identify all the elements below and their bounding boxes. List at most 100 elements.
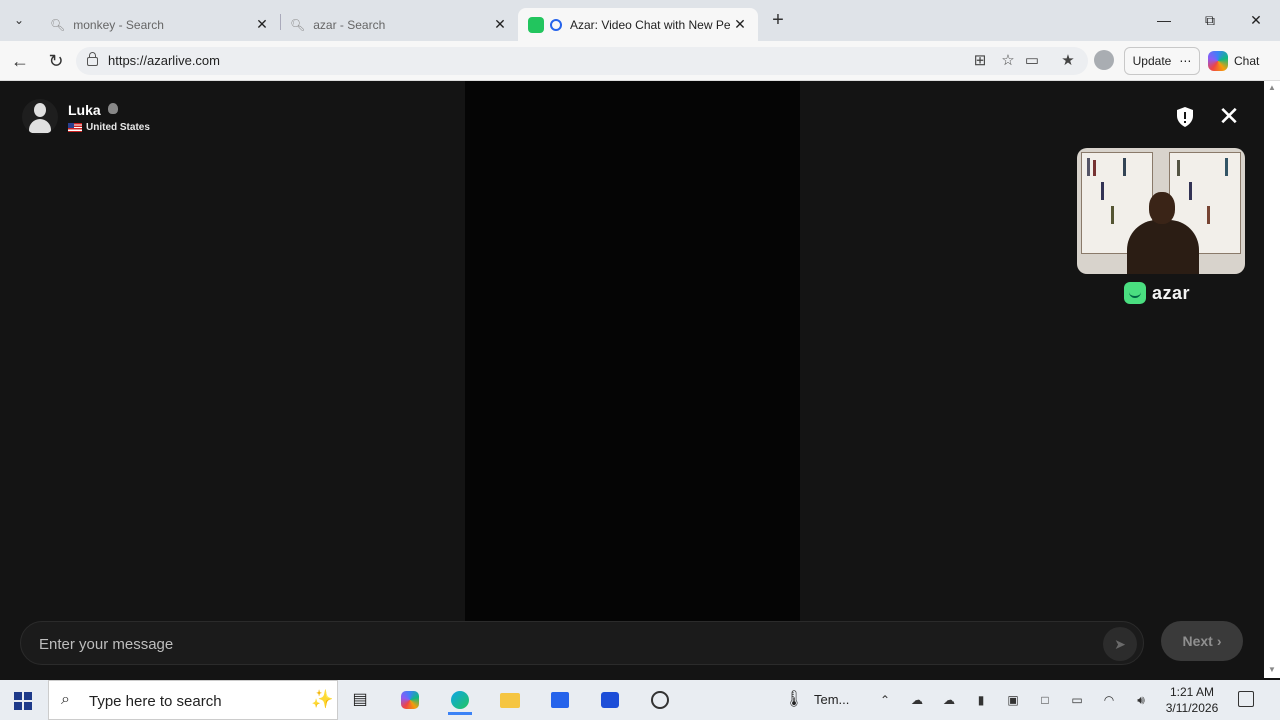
book xyxy=(1177,160,1180,176)
peer-name: Luka xyxy=(68,102,101,118)
message-box: ➤ xyxy=(20,621,1144,665)
camera-in-use-icon[interactable]: ▭ xyxy=(1022,51,1042,71)
update-button[interactable]: Update ⋯ xyxy=(1124,47,1200,75)
report-shield-icon[interactable] xyxy=(1175,106,1195,128)
windows-taskbar: ⌕ Type here to search ✨ ▤ 🌡︎ Tem... ⌃ ☁ … xyxy=(0,680,1280,720)
peer-video-feed xyxy=(465,81,800,621)
minimize-icon[interactable]: — xyxy=(1154,10,1174,30)
search-icon: 🔍︎ xyxy=(290,17,306,32)
tab-azar-video-chat[interactable]: Azar: Video Chat with New Pe ✕ xyxy=(518,8,758,41)
search-highlight-sparkle-icon: ✨ xyxy=(311,689,334,709)
close-tab-icon[interactable]: ✕ xyxy=(492,16,508,33)
microphone-icon[interactable]: ▮ xyxy=(973,692,989,708)
message-input[interactable] xyxy=(37,632,1081,656)
wifi-icon[interactable]: ◠ xyxy=(1101,692,1117,708)
self-video-preview xyxy=(1077,148,1245,274)
close-tab-icon[interactable]: ✕ xyxy=(732,16,748,33)
weather-label[interactable]: Tem... xyxy=(814,692,849,707)
clock-date: 3/11/2026 xyxy=(1165,701,1219,715)
scroll-down-arrow-icon[interactable]: ▼ xyxy=(1267,665,1277,675)
clock-time: 1:21 AM xyxy=(1169,685,1215,699)
tab-title: Azar: Video Chat with New Pe xyxy=(570,17,731,32)
refresh-icon[interactable]: ↻ xyxy=(45,50,67,72)
taskbar-search-box[interactable]: ⌕ Type here to search ✨ xyxy=(48,680,338,720)
self-person-head xyxy=(1149,192,1175,224)
next-button[interactable]: Next › xyxy=(1161,621,1243,661)
page-scrollbar[interactable]: ▲ ▼ xyxy=(1264,81,1280,678)
azar-logo-text: azar xyxy=(1152,282,1191,303)
tab-monkey-search[interactable]: 🔍︎ monkey - Search ✕ xyxy=(40,8,280,41)
book xyxy=(1225,158,1228,176)
teams-meeting-icon[interactable]: ▣ xyxy=(1005,692,1021,708)
book xyxy=(1207,206,1210,224)
copilot-icon xyxy=(1208,51,1228,71)
address-toolbar: ← ↻ https://azarlive.com ⊞ ☆ ▭ ★ Update … xyxy=(0,41,1280,81)
tab-actions-menu-icon[interactable]: ⌄ xyxy=(8,10,30,30)
file-explorer-icon[interactable] xyxy=(498,688,522,712)
start-tile xyxy=(24,692,32,700)
battery-icon[interactable]: ▭ xyxy=(1069,692,1085,708)
restore-icon[interactable]: ⧉ xyxy=(1200,10,1220,30)
edge-browser-icon[interactable] xyxy=(448,688,472,715)
taskbar-search-placeholder: Type here to search xyxy=(89,693,222,710)
close-icon[interactable]: ✕ xyxy=(1218,103,1240,129)
search-icon: 🔍︎ xyxy=(50,17,66,32)
close-tab-icon[interactable]: ✕ xyxy=(254,16,270,33)
search-icon: ⌕ xyxy=(61,691,70,708)
azar-logo: azar xyxy=(1124,282,1190,304)
screen-recorder-icon[interactable] xyxy=(648,688,672,712)
send-message-button[interactable]: ➤ xyxy=(1103,627,1137,661)
start-tile xyxy=(14,702,22,710)
copilot-app-icon[interactable] xyxy=(398,688,422,712)
notifications-icon[interactable] xyxy=(1238,691,1254,707)
address-bar[interactable]: https://azarlive.com xyxy=(76,47,1088,75)
onedrive-paused-icon[interactable]: ☁ xyxy=(909,692,925,708)
show-hidden-icons-chevron-icon[interactable]: ⌃ xyxy=(877,692,893,708)
favorite-star-icon[interactable]: ☆ xyxy=(998,51,1018,71)
lock-icon xyxy=(87,52,98,66)
profile-avatar[interactable] xyxy=(1094,50,1114,70)
window-close-icon[interactable]: ✕ xyxy=(1246,10,1266,30)
chevron-right-icon: › xyxy=(1216,633,1222,649)
self-person-body xyxy=(1127,220,1199,274)
azar-page: Luka United States ✕ azar ➤ Next › ▲ xyxy=(0,81,1280,678)
cloud-sync-icon[interactable]: ☁ xyxy=(941,692,957,708)
favorites-icon[interactable]: ★ xyxy=(1058,51,1078,71)
back-arrow-icon[interactable]: ← xyxy=(9,50,31,72)
url-text[interactable]: https://azarlive.com xyxy=(108,53,220,68)
azar-favicon-icon xyxy=(528,16,544,33)
tab-title: monkey - Search xyxy=(73,17,164,32)
avatar-head xyxy=(34,103,46,117)
outlook-icon[interactable] xyxy=(598,688,622,712)
peer-avatar[interactable] xyxy=(22,99,58,135)
scroll-up-arrow-icon[interactable]: ▲ xyxy=(1267,83,1277,93)
book xyxy=(1087,158,1090,176)
us-flag-icon xyxy=(68,123,82,132)
tab-azar-search[interactable]: 🔍︎ azar - Search ✕ xyxy=(280,8,518,41)
taskbar-clock[interactable]: 1:21 AM 3/11/2026 xyxy=(1160,684,1224,716)
task-view-icon[interactable]: ▤ xyxy=(348,688,372,712)
display-icon[interactable]: □ xyxy=(1037,692,1053,708)
tab-title: azar - Search xyxy=(313,17,386,32)
thermometer-weather-icon[interactable]: 🌡︎ xyxy=(782,688,806,712)
new-tab-plus-icon[interactable]: + xyxy=(768,10,788,30)
verified-badge-icon xyxy=(108,103,118,114)
app-available-icon[interactable]: ⊞ xyxy=(970,51,990,71)
book xyxy=(1111,206,1114,224)
volume-icon[interactable]: 🔊︎ xyxy=(1133,692,1149,708)
copilot-chat-button[interactable]: Chat xyxy=(1208,47,1259,75)
avatar-body xyxy=(29,119,51,133)
update-label: Update xyxy=(1132,54,1172,68)
book xyxy=(1189,182,1192,200)
start-tile xyxy=(14,692,22,700)
microsoft-store-icon[interactable] xyxy=(548,688,572,712)
windows-start-icon[interactable] xyxy=(14,692,32,710)
recording-indicator-icon xyxy=(550,18,562,31)
book xyxy=(1093,160,1096,176)
next-label: Next xyxy=(1182,633,1213,649)
more-menu-icon: ⋯ xyxy=(1179,54,1192,68)
book xyxy=(1101,182,1104,200)
browser-tab-strip: ⌄ 🔍︎ monkey - Search ✕ 🔍︎ azar - Search … xyxy=(0,0,1280,41)
chat-label: Chat xyxy=(1234,54,1260,68)
book xyxy=(1123,158,1126,176)
